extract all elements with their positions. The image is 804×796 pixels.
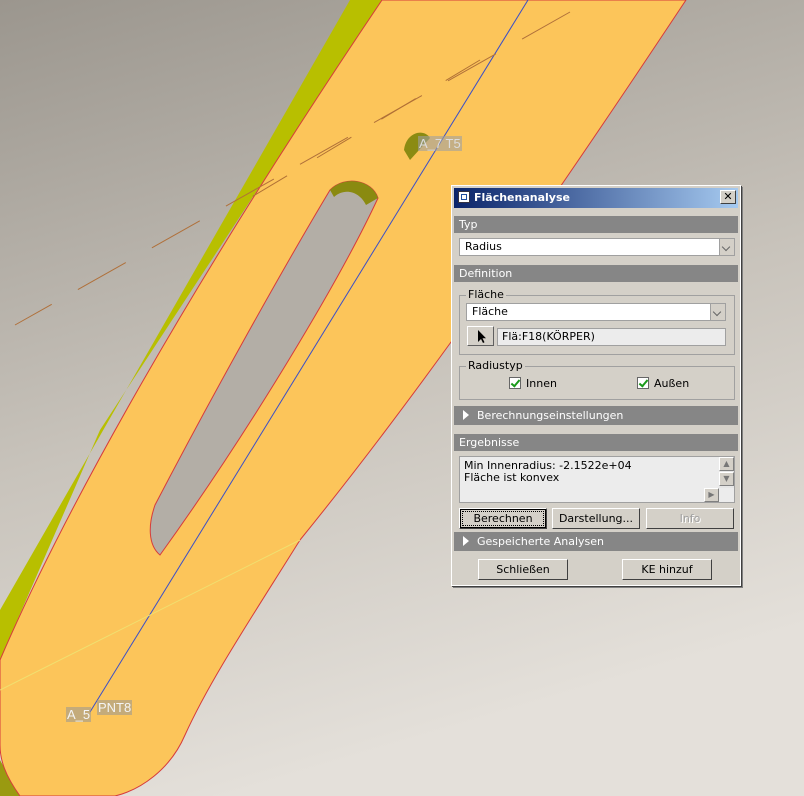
radiustyp-group-label: Radiustyp <box>466 359 525 372</box>
expand-arrow-icon <box>463 410 469 420</box>
ke-hinzufuegen-button[interactable]: KE hinzuf <box>622 559 712 580</box>
chevron-down-icon[interactable] <box>719 239 734 255</box>
section-ergebnisse: Ergebnisse <box>454 434 738 451</box>
datum-label-a5: A_5 <box>66 707 92 722</box>
window-icon <box>458 191 470 203</box>
close-icon[interactable]: ✕ <box>720 190 736 204</box>
result-line-convex: Fläche ist konvex <box>464 471 560 484</box>
section-berechnung-label: Berechnungseinstellungen <box>477 409 624 422</box>
schliessen-button[interactable]: Schließen <box>478 559 568 580</box>
type-select-value: Radius <box>465 240 502 253</box>
scroll-right-icon[interactable]: ▶ <box>704 488 719 502</box>
innen-checkbox-label: Innen <box>526 377 557 390</box>
select-surface-button[interactable] <box>467 326 494 346</box>
scroll-up-icon[interactable]: ▲ <box>719 457 734 471</box>
info-button[interactable]: Info <box>646 508 734 529</box>
results-vertical-scrollbar[interactable]: ▲ ▼ <box>719 457 734 488</box>
innen-checkbox[interactable] <box>509 377 521 389</box>
aussen-checkbox[interactable] <box>637 377 649 389</box>
berechnen-button[interactable]: Berechnen <box>459 508 547 529</box>
results-horizontal-scrollbar[interactable]: ▶ <box>704 488 719 502</box>
flaeche-group-label: Fläche <box>466 288 506 301</box>
section-typ: Typ <box>454 216 738 233</box>
dialog-titlebar[interactable]: Flächenanalyse ✕ <box>454 188 738 208</box>
cursor-arrow-icon <box>478 330 486 343</box>
radiustyp-group: Radiustyp <box>459 359 735 400</box>
type-select[interactable]: Radius <box>459 238 735 256</box>
expand-arrow-icon <box>463 536 469 546</box>
section-berechnungseinstellungen[interactable]: Berechnungseinstellungen <box>454 406 738 425</box>
dialog-title: Flächenanalyse <box>474 191 570 204</box>
section-gespeichert-label: Gespeicherte Analysen <box>477 535 604 548</box>
section-definition: Definition <box>454 265 738 282</box>
datum-label-a7: A_7 T5 <box>418 136 462 151</box>
results-text-area[interactable]: Min Innenradius: -2.1522e+04 Fläche ist … <box>459 456 735 503</box>
surface-analysis-dialog: Flächenanalyse ✕ Typ Radius Definition F… <box>451 185 741 586</box>
datum-label-pnt8: PNT8 <box>97 700 133 715</box>
darstellung-button[interactable]: Darstellung... <box>552 508 640 529</box>
chevron-down-icon[interactable] <box>710 304 725 320</box>
surface-select[interactable]: Fläche <box>466 303 726 321</box>
section-gespeicherte-analysen[interactable]: Gespeicherte Analysen <box>454 532 738 551</box>
scroll-down-icon[interactable]: ▼ <box>719 472 734 486</box>
surface-select-value: Fläche <box>472 305 508 318</box>
aussen-checkbox-label: Außen <box>654 377 690 390</box>
surface-selection-field[interactable]: Flä:F18(KÖRPER) <box>497 328 726 346</box>
